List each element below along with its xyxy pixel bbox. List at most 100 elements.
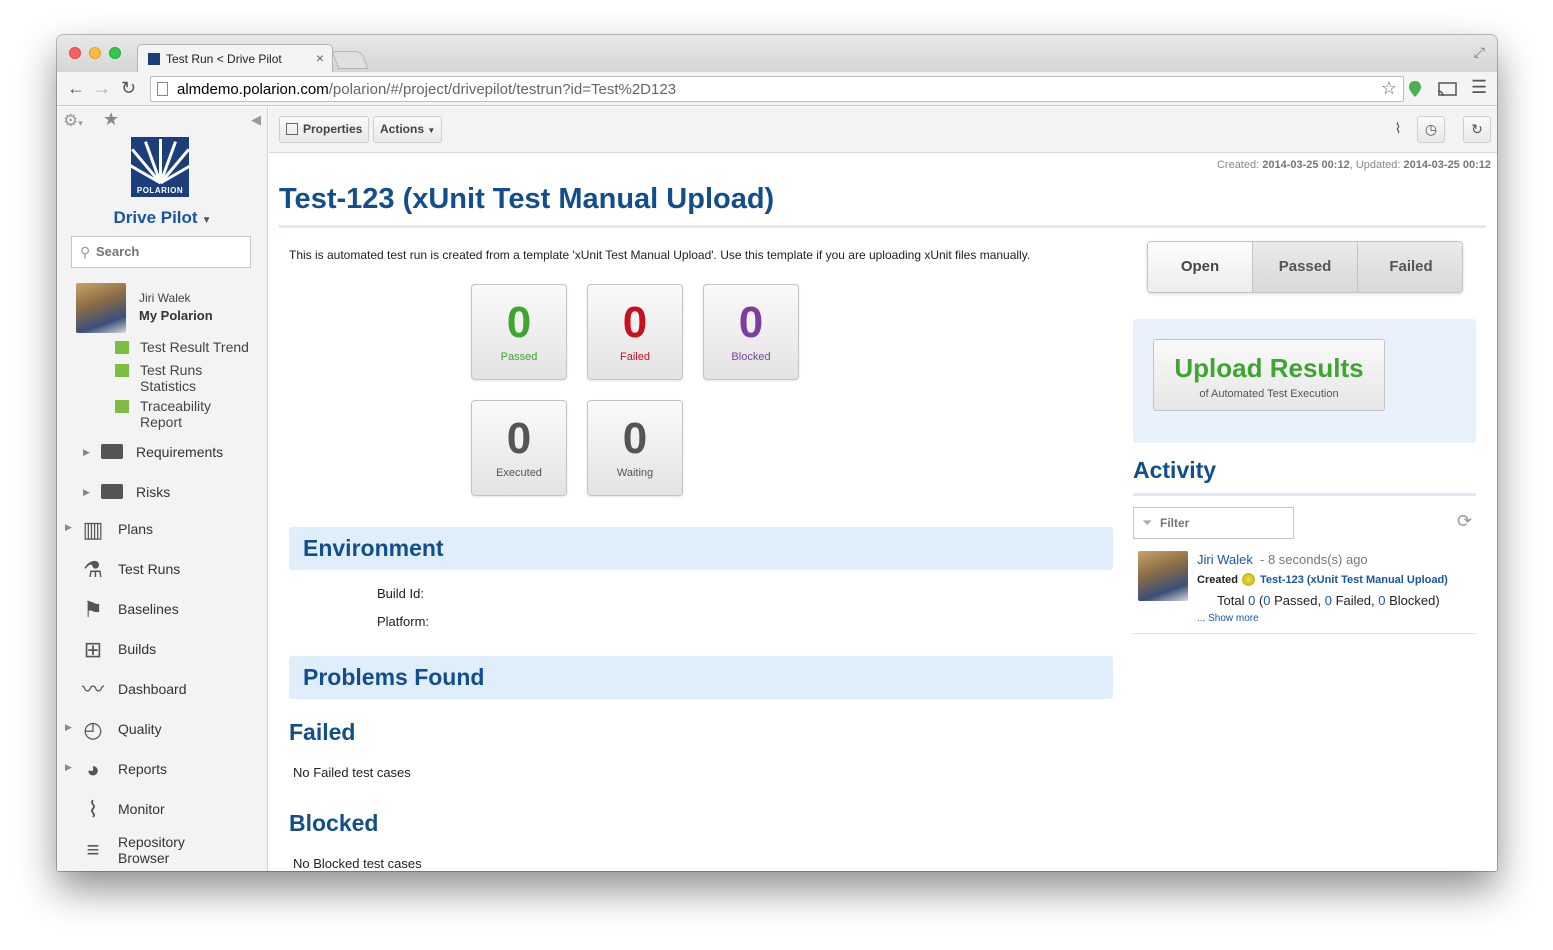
stat-executed[interactable]: 0 Executed (471, 400, 567, 496)
history-clock-icon[interactable]: ◷ (1417, 116, 1445, 143)
fullscreen-icon[interactable]: ⤢ (1474, 44, 1485, 61)
menu-icon[interactable]: ☰ (1471, 77, 1487, 98)
sidebar-item-label: Reports (118, 761, 168, 777)
stat-blocked[interactable]: 0 Blocked (703, 284, 799, 380)
sidebar-item-repository-browser[interactable]: ≡ Repository Browser (57, 832, 268, 868)
activity-user-link[interactable]: Jiri Walek (1197, 552, 1253, 567)
logo-text: POLARION (136, 186, 184, 195)
new-tab-button[interactable] (331, 51, 369, 69)
status-failed-button[interactable]: Failed (1358, 242, 1462, 292)
created-value: 2014-03-25 00:12 (1262, 159, 1350, 171)
activity-test-run-link[interactable]: Test-123 (xUnit Test Manual Upload) (1260, 574, 1448, 586)
expand-arrow-icon[interactable]: ▶ (83, 447, 90, 458)
search-input[interactable] (96, 244, 236, 259)
sidebar-item-quality[interactable]: ▶ ◴ Quality (57, 712, 268, 748)
sidebar-item-test-result-trend[interactable]: Test Result Trend (115, 339, 249, 355)
report-icon (115, 341, 129, 354)
zoom-window-button[interactable] (109, 47, 121, 59)
report-icon (115, 400, 129, 413)
sidebar-search[interactable]: ⚲ (71, 236, 251, 268)
sidebar-item-test-runs[interactable]: ⚗ Test Runs (57, 552, 268, 588)
expand-arrow-icon[interactable]: ▶ (65, 522, 72, 533)
minimize-window-button[interactable] (89, 47, 101, 59)
sidebar-item-label: Test Result Trend (140, 339, 249, 355)
cast-icon[interactable] (1437, 82, 1457, 97)
back-arrow-icon[interactable]: ← (67, 78, 85, 99)
expand-arrow-icon[interactable]: ▶ (65, 762, 72, 773)
sidebar-item-label: Baselines (118, 601, 179, 617)
tab-title: Test Run < Drive Pilot (166, 52, 282, 66)
stat-value: 0 (738, 298, 764, 347)
project-selector[interactable]: Drive Pilot ▼ (57, 208, 268, 228)
close-tab-icon[interactable]: × (316, 50, 324, 66)
sidebar-item-label: Monitor (118, 801, 165, 817)
collapse-sidebar-icon[interactable]: ◀ (251, 112, 261, 128)
actions-button[interactable]: Actions ▼ (373, 116, 443, 143)
environment-heading: Environment (303, 535, 444, 561)
sidebar-item-label: Builds (118, 641, 157, 657)
forward-arrow-icon[interactable]: → (93, 78, 111, 99)
created-label: Created: (1216, 159, 1260, 171)
status-open-button[interactable]: Open (1148, 242, 1253, 292)
address-bar[interactable]: almdemo.polarion.com/polarion/#/project/… (150, 76, 1404, 102)
upload-results-button[interactable]: Upload Results of Automated Test Executi… (1153, 339, 1385, 411)
map-pin-extension-icon[interactable] (1408, 80, 1422, 98)
build-id-label: Build Id: (377, 586, 424, 601)
favorites-star-icon[interactable]: ★ (103, 109, 119, 130)
stat-value: 0 (622, 414, 648, 463)
sidebar-item-test-runs-statistics[interactable]: Test Runs Statistics (115, 362, 255, 394)
polarion-logo[interactable]: POLARION (131, 137, 189, 197)
my-polarion-link[interactable]: My Polarion (139, 308, 213, 323)
url-text[interactable]: almdemo.polarion.com/polarion/#/project/… (177, 81, 676, 98)
stat-failed[interactable]: 0 Failed (587, 284, 683, 380)
content-toolbar: Properties Actions ▼ ⌇ ◷ ↻ (269, 107, 1497, 153)
browser-tab[interactable]: Test Run < Drive Pilot × (137, 44, 333, 72)
sidebar-item-builds[interactable]: ⊞ Builds (57, 632, 268, 668)
sidebar-item-plans[interactable]: ▶ ▥ Plans (57, 512, 268, 548)
stat-value: 0 (622, 298, 648, 347)
failed-heading: Failed (289, 719, 356, 745)
expand-arrow-icon[interactable]: ▶ (83, 487, 90, 498)
folder-icon (101, 444, 123, 459)
filter-input[interactable] (1160, 516, 1280, 530)
failed-count[interactable]: 0 (1325, 593, 1332, 608)
sidebar-item-baselines[interactable]: ⚑ Baselines (57, 592, 268, 628)
blocked-count[interactable]: 0 (1378, 593, 1385, 608)
search-icon: ⚲ (80, 244, 91, 260)
page-title: Test-123 (xUnit Test Manual Upload) (279, 183, 775, 215)
sidebar-item-reports[interactable]: ▶ ◕ Reports (57, 752, 268, 788)
status-passed-button[interactable]: Passed (1253, 242, 1358, 292)
stat-waiting[interactable]: 0 Waiting (587, 400, 683, 496)
total-count[interactable]: 0 (1248, 593, 1255, 608)
show-more-link[interactable]: ... Show more (1197, 613, 1259, 624)
heartbeat-icon: ⌇ (87, 797, 99, 822)
attachment-icon[interactable]: ⌇ (1384, 116, 1412, 143)
close-window-button[interactable] (69, 47, 81, 59)
refresh-activity-icon[interactable]: ⟳ (1457, 511, 1472, 532)
passed-count[interactable]: 0 (1263, 593, 1270, 608)
activity-filter[interactable]: ⏷ (1133, 507, 1294, 539)
avatar[interactable] (1138, 551, 1188, 601)
activity-total: Total 0 (0 Passed, 0 Failed, 0 Blocked) (1217, 593, 1440, 608)
refresh-icon[interactable]: ↻ (1463, 116, 1491, 143)
edit-icon (286, 123, 298, 135)
line-chart-icon: 〰 (81, 677, 104, 702)
gift-icon: ⊞ (83, 637, 103, 662)
avatar[interactable] (76, 283, 126, 333)
sidebar-item-label: Test Runs Statistics (140, 362, 203, 394)
filter-icon: ⏷ (1142, 515, 1153, 530)
properties-button[interactable]: Properties (279, 116, 370, 143)
bookmark-star-icon[interactable]: ☆ (1381, 78, 1397, 99)
activity-time: - 8 seconds(s) ago (1260, 552, 1368, 567)
settings-gear-icon[interactable]: ⚙▾ (63, 111, 83, 131)
report-icon (115, 364, 129, 377)
expand-arrow-icon[interactable]: ▶ (65, 722, 72, 733)
sidebar-item-dashboard[interactable]: 〰 Dashboard (57, 672, 268, 708)
reload-icon[interactable]: ↻ (121, 78, 136, 99)
sidebar-item-traceability-report[interactable]: Traceability Report (115, 398, 255, 430)
gauge-icon: ◴ (83, 717, 103, 742)
sidebar-item-label: Risks (136, 484, 171, 500)
sidebar-item-monitor[interactable]: ⌇ Monitor (57, 792, 268, 828)
stat-passed[interactable]: 0 Passed (471, 284, 567, 380)
sidebar-item-label: Requirements (136, 444, 224, 460)
